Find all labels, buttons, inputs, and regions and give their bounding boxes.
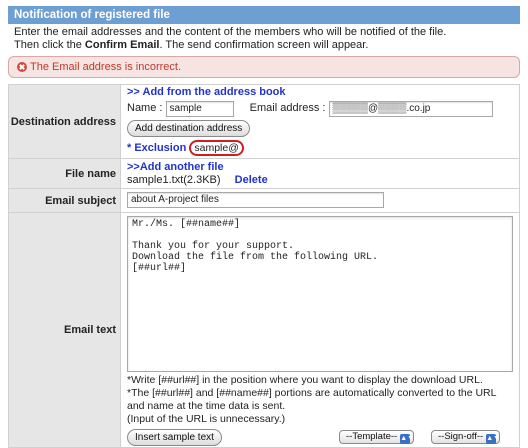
note-line-1: *Write [##url##] in the position where y… bbox=[127, 374, 483, 386]
email-subject-input[interactable]: about A-project files bbox=[127, 192, 384, 208]
name-label: Name : bbox=[127, 102, 163, 114]
intro-line-2-c: . The send confirmation screen will appe… bbox=[159, 39, 369, 51]
add-another-file-link[interactable]: >>Add another file bbox=[127, 161, 224, 173]
file-name-label: File name bbox=[8, 158, 121, 189]
intro-line-2: Then click the Confirm Email. The send c… bbox=[14, 39, 520, 52]
email-text-content: Mr./Ms. [##name##] Thank you for your su… bbox=[120, 212, 520, 448]
error-message: The Email address is incorrect. bbox=[30, 60, 181, 73]
subject-content: about A-project files bbox=[120, 188, 520, 213]
email-address-input[interactable]: ▒▒▒▒▒@▒▒▒▒.co.jp bbox=[328, 101, 493, 117]
destination-label: Destination address bbox=[8, 84, 121, 159]
notification-form: Destination address >> Add from the addr… bbox=[8, 84, 520, 448]
template-select-value: --Template-- bbox=[346, 431, 398, 442]
signoff-dropdown-icon: ▲▼ bbox=[486, 434, 501, 444]
file-row: File name >>Add another file sample1.txt… bbox=[8, 158, 520, 189]
note-line-3: and name at the time data is sent. bbox=[127, 400, 286, 412]
subject-row: Email subject about A-project files bbox=[8, 188, 520, 213]
email-address-label: Email address : bbox=[249, 102, 326, 114]
confirm-email-mention: Confirm Email bbox=[84, 39, 160, 51]
intro-text: Enter the email addresses and the conten… bbox=[14, 26, 520, 52]
insert-sample-text-button[interactable]: Insert sample text bbox=[127, 429, 222, 446]
intro-line-2-a: Then click the bbox=[14, 39, 85, 51]
email-body-textarea[interactable]: Mr./Ms. [##name##] Thank you for your su… bbox=[127, 216, 513, 372]
file-content: >>Add another file sample1.txt(2.3KB) De… bbox=[120, 158, 520, 189]
delete-file-link[interactable]: Delete bbox=[235, 174, 268, 186]
destination-row: Destination address >> Add from the addr… bbox=[8, 84, 520, 159]
note-line-4: (Input of the URL is unnecessary.) bbox=[127, 413, 286, 425]
page-title: Notification of registered file bbox=[8, 6, 520, 24]
add-destination-button[interactable]: Add destination address bbox=[127, 120, 251, 137]
template-select[interactable]: --Template-- ▲▼ bbox=[339, 430, 415, 444]
intro-line-1: Enter the email addresses and the conten… bbox=[14, 26, 447, 38]
exclusion-address-chip[interactable]: sample@ bbox=[189, 140, 244, 156]
error-banner: The Email address is incorrect. bbox=[8, 56, 520, 78]
email-subject-label: Email subject bbox=[8, 188, 121, 213]
file-name-value: sample1.txt(2.3KB) bbox=[127, 174, 221, 186]
signoff-select[interactable]: --Sign-off-- ▲▼ bbox=[431, 430, 501, 444]
add-from-address-book-link[interactable]: >> Add from the address book bbox=[127, 86, 286, 98]
signoff-select-value: --Sign-off-- bbox=[438, 431, 484, 442]
template-dropdown-icon: ▲▼ bbox=[400, 434, 415, 444]
email-text-label: Email text bbox=[8, 212, 121, 448]
error-icon bbox=[17, 62, 27, 72]
note-line-2: *The [##url##] and [##name##] portions a… bbox=[127, 387, 497, 399]
email-text-row: Email text Mr./Ms. [##name##] Thank you … bbox=[8, 212, 520, 448]
name-input[interactable]: sample bbox=[165, 101, 234, 117]
exclusion-label: * Exclusion bbox=[127, 142, 187, 154]
destination-content: >> Add from the address book Name : samp… bbox=[120, 84, 520, 159]
